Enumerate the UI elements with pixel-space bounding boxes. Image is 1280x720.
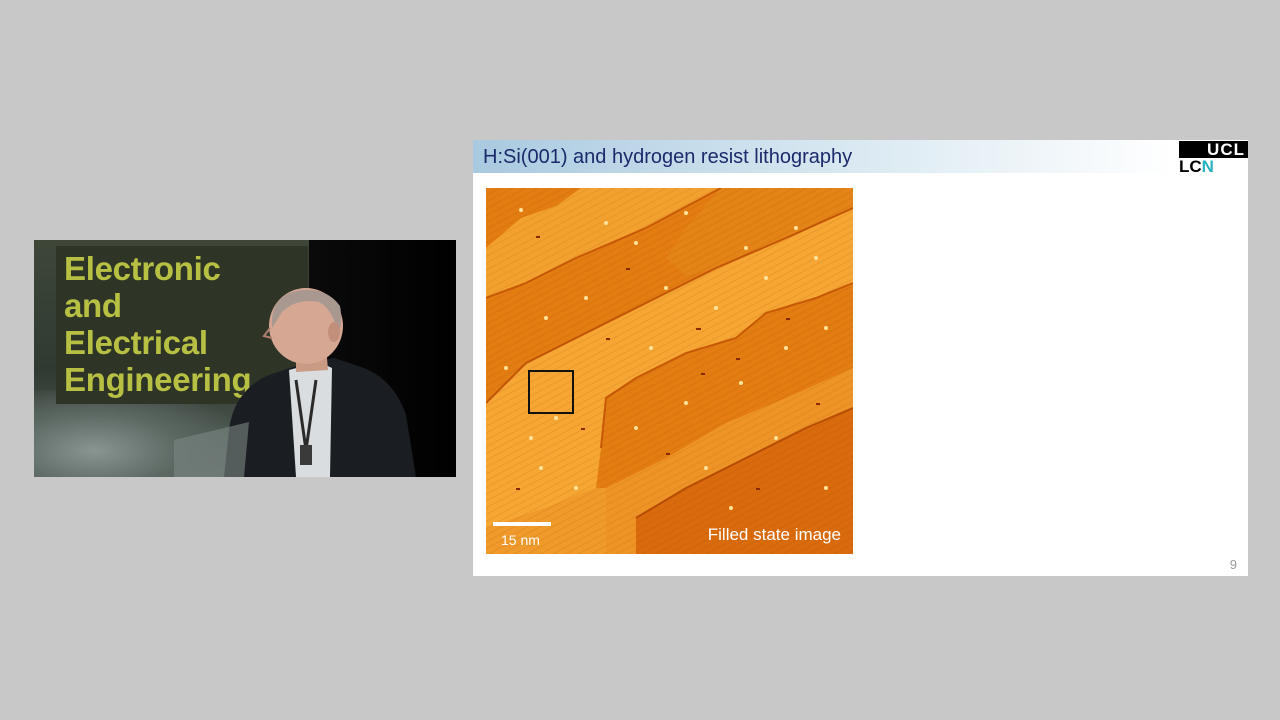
stm-image: 15 nm Filled state image xyxy=(486,188,853,554)
lcn-logo-n: N xyxy=(1201,157,1214,176)
slide-title-bar: H:Si(001) and hydrogen resist lithograph… xyxy=(473,140,1173,173)
ucl-lcn-logo: UCL LCN xyxy=(1179,141,1248,175)
ucl-logo-text: UCL xyxy=(1179,141,1248,158)
presentation-slide: H:Si(001) and hydrogen resist lithograph… xyxy=(473,140,1248,576)
speaker-video[interactable]: Electronic and Electrical Engineering xyxy=(34,240,456,477)
slide-page-number: 9 xyxy=(1229,557,1237,572)
region-of-interest-box xyxy=(528,370,574,414)
speaker-figure xyxy=(174,288,416,477)
slide-title: H:Si(001) and hydrogen resist lithograph… xyxy=(483,146,853,168)
image-caption: Filled state image xyxy=(707,525,841,544)
scale-bar-label: 15 nm xyxy=(501,532,540,548)
scale-bar xyxy=(493,522,551,526)
lcn-logo-text: LCN xyxy=(1179,158,1214,175)
lcn-logo-lc: LC xyxy=(1179,157,1202,176)
screen: Electronic and Electrical Engineering H:… xyxy=(0,0,1280,720)
